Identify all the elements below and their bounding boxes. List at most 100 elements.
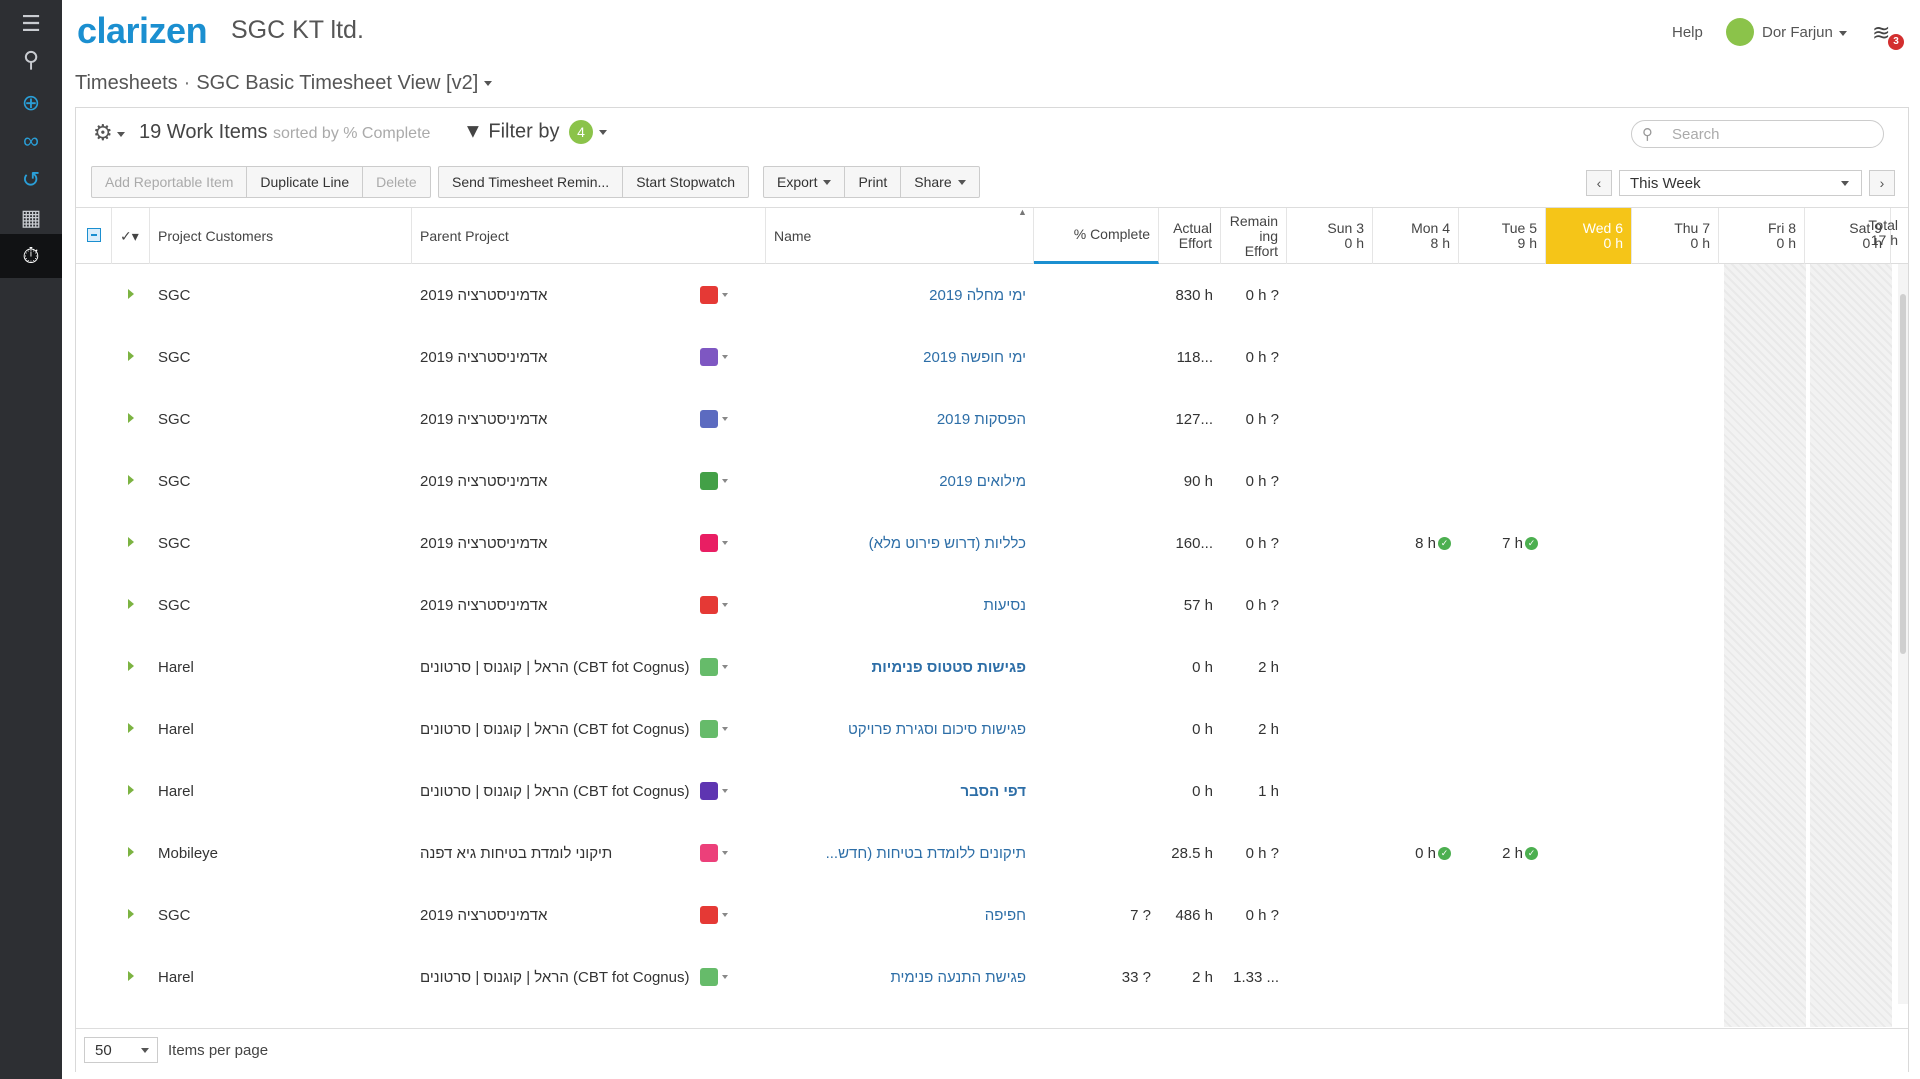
expand-row-icon[interactable]: [128, 351, 134, 361]
cell-mon[interactable]: [1373, 698, 1459, 760]
cell-percent-complete[interactable]: [1034, 388, 1159, 450]
cell-remaining-effort[interactable]: 0 h ?: [1221, 450, 1287, 512]
expand-row-icon[interactable]: [128, 847, 134, 857]
duplicate-line-button[interactable]: Duplicate Line: [247, 167, 364, 197]
cell-percent-complete[interactable]: 7 ?: [1034, 884, 1159, 946]
cell-tue[interactable]: [1459, 574, 1546, 636]
col-parent-project[interactable]: Parent Project: [412, 208, 766, 264]
cell-mon[interactable]: [1373, 264, 1459, 326]
send-timesheet-reminder-button[interactable]: Send Timesheet Remin...: [439, 167, 624, 197]
col-actual-effort[interactable]: Actual Effort: [1159, 208, 1221, 264]
cell-tue[interactable]: [1459, 388, 1546, 450]
cell-mon[interactable]: [1373, 450, 1459, 512]
col-percent-complete[interactable]: % Complete: [1034, 208, 1159, 264]
week-select[interactable]: This Week: [1619, 170, 1862, 196]
cell-tue[interactable]: [1459, 946, 1546, 1008]
expand-row-icon[interactable]: [128, 723, 134, 733]
view-selector[interactable]: SGC Basic Timesheet View [v2]: [196, 72, 478, 94]
delete-button[interactable]: Delete: [363, 167, 429, 197]
cell-mon[interactable]: 8 h ✓: [1373, 512, 1459, 574]
cell-remaining-effort[interactable]: 1 h: [1221, 760, 1287, 822]
work-item-type-icon[interactable]: [700, 968, 718, 986]
work-item-type-icon[interactable]: [700, 906, 718, 924]
cell-mon[interactable]: [1373, 326, 1459, 388]
cell-mon[interactable]: [1373, 760, 1459, 822]
expand-row-icon[interactable]: [128, 599, 134, 609]
cell-name-link[interactable]: פגישת התנעה פנימית: [890, 969, 1026, 986]
col-name[interactable]: Name: [766, 208, 1034, 264]
col-wed-today[interactable]: Wed 60 h: [1546, 208, 1632, 264]
select-all-checkbox[interactable]: [76, 208, 112, 264]
table-row[interactable]: Harel הראל | קוגנוס | סרטונים (CBT fot Co…: [76, 760, 1908, 822]
infinity-icon[interactable]: ∞: [0, 119, 62, 163]
cell-percent-complete[interactable]: [1034, 822, 1159, 884]
work-item-type-icon[interactable]: [700, 348, 718, 366]
col-mon[interactable]: Mon 48 h: [1373, 208, 1459, 264]
filter-button[interactable]: ▼ Filter by 4: [463, 120, 608, 144]
expand-row-icon[interactable]: [128, 971, 134, 981]
expand-row-icon[interactable]: [128, 537, 134, 547]
work-item-type-icon[interactable]: [700, 472, 718, 490]
app-logo[interactable]: clarizen: [77, 10, 208, 52]
cell-name-link[interactable]: כלליות (דרוש פירוט מלא): [869, 535, 1026, 552]
table-row[interactable]: SGC אדמיניסטרציה 2019 ימי חופשה 2019 118...…: [76, 326, 1908, 388]
work-item-type-icon[interactable]: [700, 844, 718, 862]
cell-name-link[interactable]: פגישות סטטוס פנימיות: [872, 659, 1027, 676]
work-item-type-icon[interactable]: [700, 286, 718, 304]
work-item-type-icon[interactable]: [700, 596, 718, 614]
cell-percent-complete[interactable]: [1034, 264, 1159, 326]
cell-mon[interactable]: 0 h ✓: [1373, 822, 1459, 884]
table-row[interactable]: Mobileye תיקוני לומדת בטיחות גיא דפנה תיקו…: [76, 822, 1908, 884]
export-button[interactable]: Export: [764, 167, 846, 197]
add-reportable-item-button[interactable]: Add Reportable Item: [92, 167, 248, 197]
cell-remaining-effort[interactable]: 0 h ?: [1221, 574, 1287, 636]
col-fri[interactable]: Fri 80 h: [1719, 208, 1805, 264]
cell-remaining-effort[interactable]: 0 h ?: [1221, 822, 1287, 884]
expand-row-icon[interactable]: [128, 413, 134, 423]
cell-tue[interactable]: 7 h ✓: [1459, 512, 1546, 574]
chevron-down-icon[interactable]: [484, 81, 493, 87]
table-row[interactable]: Harel הראל | קוגנוס | סרטונים (CBT fot Co…: [76, 698, 1908, 760]
cell-name-link[interactable]: דפי הסבר: [961, 783, 1026, 800]
cell-remaining-effort[interactable]: 0 h ?: [1221, 884, 1287, 946]
cell-percent-complete[interactable]: [1034, 450, 1159, 512]
col-thu[interactable]: Thu 70 h: [1632, 208, 1719, 264]
work-item-type-icon[interactable]: [700, 720, 718, 738]
cell-tue[interactable]: [1459, 884, 1546, 946]
col-sun[interactable]: Sun 30 h: [1287, 208, 1373, 264]
search-input[interactable]: [1670, 124, 1870, 144]
cell-name-link[interactable]: ימי מחלה 2019: [929, 287, 1026, 304]
avatar[interactable]: [1726, 18, 1754, 46]
cell-name-link[interactable]: הפסקות 2019: [937, 411, 1026, 428]
cell-name-link[interactable]: תיקונים ללומדת בטיחות (חדש...: [826, 845, 1026, 862]
gear-icon[interactable]: ⚙: [93, 120, 125, 146]
cell-remaining-effort[interactable]: 2 h: [1221, 698, 1287, 760]
cell-tue[interactable]: [1459, 698, 1546, 760]
cell-remaining-effort[interactable]: 0 h ?: [1221, 512, 1287, 574]
cell-tue[interactable]: 2 h ✓: [1459, 822, 1546, 884]
work-item-type-icon[interactable]: [700, 782, 718, 800]
previous-week-button[interactable]: ‹: [1586, 170, 1612, 196]
cell-mon[interactable]: [1373, 636, 1459, 698]
expand-row-icon[interactable]: [128, 475, 134, 485]
table-row[interactable]: SGC אדמיניסטרציה 2019 ימי מחלה 2019 830 h 0 …: [76, 264, 1908, 326]
user-menu[interactable]: Dor Farjun: [1762, 24, 1847, 41]
table-row[interactable]: SGC אדמיניסטרציה 2019 כלליות (דרוש פירוט מ…: [76, 512, 1908, 574]
search-box[interactable]: ⚲: [1631, 120, 1884, 148]
table-row[interactable]: SGCאדמיניסטרציה 2019חפיפה7 ?486 h0 h ?0 …: [76, 884, 1908, 946]
expand-row-icon[interactable]: [128, 909, 134, 919]
cell-mon[interactable]: [1373, 884, 1459, 946]
help-link[interactable]: Help: [1672, 24, 1703, 41]
cell-tue[interactable]: [1459, 264, 1546, 326]
table-row[interactable]: Harel הראל | קוגנוס | סרטונים (CBT fot Co…: [76, 636, 1908, 698]
cell-percent-complete[interactable]: [1034, 760, 1159, 822]
cell-remaining-effort[interactable]: 2 h: [1221, 636, 1287, 698]
table-row[interactable]: Harel הראל | קוגנוס | סרטונים (CBT fot Co…: [76, 946, 1908, 1008]
cell-percent-complete[interactable]: [1034, 326, 1159, 388]
cell-name-link[interactable]: חפיפה: [985, 907, 1026, 924]
col-tue[interactable]: Tue 59 h: [1459, 208, 1546, 264]
cell-tue[interactable]: [1459, 636, 1546, 698]
table-row[interactable]: SGC אדמיניסטרציה 2019 הפסקות 2019 127... 0 h…: [76, 388, 1908, 450]
cell-percent-complete[interactable]: 33 ?: [1034, 946, 1159, 1008]
cell-tue[interactable]: [1459, 450, 1546, 512]
